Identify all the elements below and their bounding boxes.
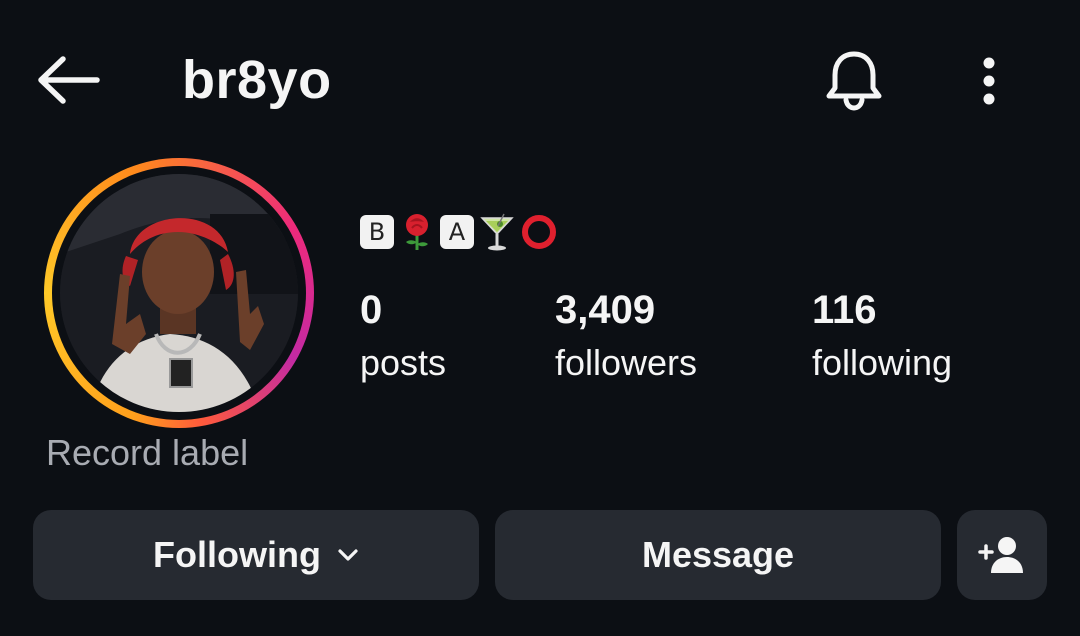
hollow-red-circle-emoji (522, 215, 556, 249)
avatar-ring-gap (52, 166, 306, 420)
posts-count: 0 (360, 288, 383, 332)
followers-count: 3,409 (555, 288, 656, 332)
following-button-label: Following (153, 534, 321, 575)
avatar (60, 174, 298, 412)
following-count: 116 (812, 288, 877, 332)
profile-category: Record label (46, 432, 249, 473)
stat-followers[interactable]: 3,409 followers (555, 286, 697, 388)
rose-emoji (406, 214, 428, 250)
followers-label: followers (555, 342, 698, 383)
posts-label: posts (360, 342, 447, 383)
chevron-down-icon (337, 548, 359, 562)
avatar-story-ring[interactable] (44, 158, 314, 428)
stat-posts[interactable]: 0 posts (360, 286, 446, 388)
more-vertical-icon (983, 57, 995, 105)
letter-a-emoji: A (440, 215, 474, 249)
notifications-button[interactable] (818, 44, 890, 116)
cocktail-glass-emoji (480, 213, 514, 251)
following-label: following (812, 342, 953, 383)
arrow-left-icon (38, 56, 100, 104)
add-person-icon (978, 537, 1023, 573)
message-button-label: Message (641, 534, 795, 575)
following-button[interactable]: Following (33, 510, 479, 600)
add-user-button[interactable] (957, 510, 1047, 600)
bell-icon (826, 51, 882, 111)
profile-bio: B A (360, 212, 558, 252)
stat-following[interactable]: 116 following (812, 286, 952, 388)
message-button[interactable]: Message (495, 510, 941, 600)
profile-username: br8yo (182, 50, 332, 110)
letter-b-emoji: B (360, 215, 394, 249)
more-options-button[interactable] (962, 46, 1016, 116)
back-button[interactable] (30, 48, 106, 112)
